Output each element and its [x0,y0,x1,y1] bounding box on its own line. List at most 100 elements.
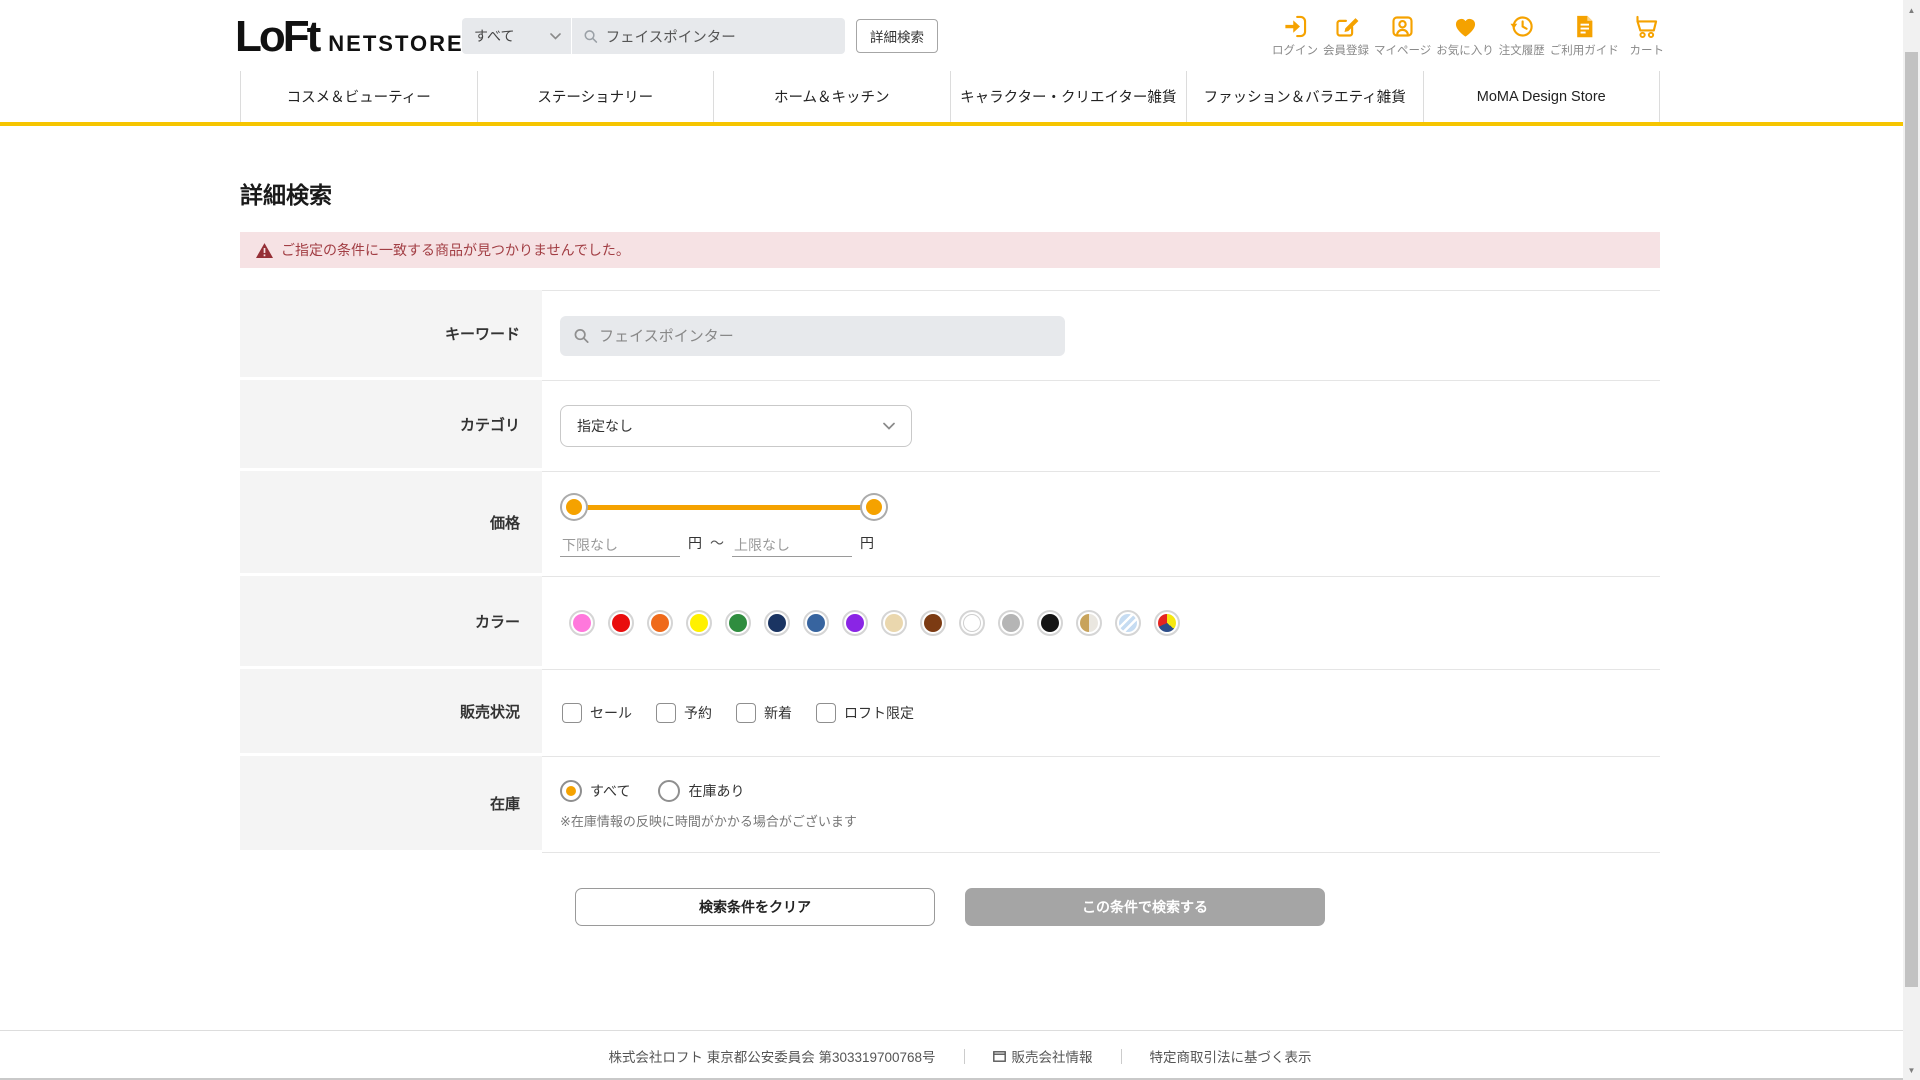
checkbox-item-new[interactable]: 新着 [736,703,792,723]
in-stock-radio [658,780,680,802]
stock-all-radio-label: すべて [590,781,630,801]
price-content: 円 ～ 円 [542,471,1660,576]
advanced-search-button[interactable]: 詳細検索 [856,19,938,53]
color-swatch-gray[interactable] [998,610,1024,636]
category-content: 指定なし [542,380,1660,471]
chevron-down-icon [883,422,895,430]
login-action[interactable]: ログイン [1272,13,1318,58]
scrollbar-thumb[interactable] [1905,52,1918,987]
search-icon [584,29,598,44]
header: LoFt NETSTORE すべて 詳細検索 ログイン 会員登録 マイページ お… [0,0,1920,71]
checkbox-item-loft-limited[interactable]: ロフト限定 [816,703,914,723]
footer-link-commerce-law[interactable]: 特定商取引法に基づく表示 [1150,1046,1312,1066]
color-swatch-pink[interactable] [569,610,595,636]
register-action[interactable]: 会員登録 [1323,13,1369,58]
footer-link-seller-info[interactable]: 販売会社情報 [993,1046,1093,1066]
keyword-row: キーワード [240,290,1660,380]
color-swatch-navy[interactable] [764,610,790,636]
keyword-field [560,316,1065,356]
color-label: カラー [240,576,542,666]
footer-link-commerce-law-label: 特定商取引法に基づく表示 [1150,1046,1312,1066]
footer: 株式会社ロフト 東京都公安委員会 第303319700768号 販売会社情報 特… [0,1030,1920,1066]
login-icon [1282,13,1309,40]
main-nav: コスメ＆ビューティー ステーショナリー ホーム＆キッチン キャラクター・クリエイ… [0,71,1920,126]
category-row: カテゴリ 指定なし [240,380,1660,471]
keyword-label: キーワード [240,290,542,377]
favorites-action[interactable]: お気に入り [1436,13,1494,58]
color-swatch-multicolor[interactable] [1154,610,1180,636]
mypage-action[interactable]: マイページ [1374,13,1431,58]
color-swatch-red[interactable] [608,610,634,636]
color-swatch-yellow[interactable] [686,610,712,636]
color-swatch-purple[interactable] [842,610,868,636]
color-swatch-gold-silver[interactable] [1076,610,1102,636]
nav-item-moma[interactable]: MoMA Design Store [1423,71,1661,122]
category-select[interactable]: 指定なし [560,405,912,447]
sale-checkbox [562,703,582,723]
mypage-icon [1389,13,1416,40]
nav-item-fashion-variety[interactable]: ファッション＆バラエティ雑貨 [1186,71,1423,122]
cart-action[interactable]: カート [1624,13,1670,58]
price-inputs: 円 ～ 円 [560,533,874,557]
order-history-label: 注文履歴 [1499,42,1545,58]
nav-item-home-kitchen[interactable]: ホーム＆キッチン [713,71,950,122]
search-with-conditions-button[interactable]: この条件で検索する [965,888,1325,926]
nav-item-stationery[interactable]: ステーショナリー [477,71,714,122]
order-history-icon [1508,13,1535,40]
price-row: 価格 円 ～ 円 [240,471,1660,576]
color-swatch-white[interactable] [959,610,985,636]
color-swatch-green[interactable] [725,610,751,636]
scrollbar-down-arrow[interactable]: ▼ [1903,1062,1920,1078]
color-swatch-clear[interactable] [1115,610,1141,636]
clear-conditions-button[interactable]: 検索条件をクリア [575,888,935,926]
favorites-label: お気に入り [1436,42,1494,58]
stock-note: ※在庫情報の反映に時間がかかる場合がございます [560,811,857,830]
order-history-action[interactable]: 注文履歴 [1499,13,1545,58]
keyword-input[interactable] [599,327,1051,344]
color-swatch-brown[interactable] [920,610,946,636]
price-slider-handle-max[interactable] [862,495,886,519]
nav-item-character-goods[interactable]: キャラクター・クリエイター雑貨 [950,71,1187,122]
price-slider-track[interactable] [574,505,874,510]
price-label: 価格 [240,471,542,573]
scrollbar-up-arrow[interactable]: ▲ [1903,2,1920,18]
price-max-unit: 円 [860,533,874,557]
loft-logo[interactable]: LoFt NETSTORE [235,12,464,62]
loft-limited-checkbox [816,703,836,723]
vertical-scrollbar[interactable]: ▲ ▼ [1903,0,1920,1080]
footer-divider [1121,1049,1122,1064]
color-swatch-orange[interactable] [647,610,673,636]
footer-link-seller-info-label: 販売会社情報 [1012,1046,1093,1066]
cart-label: カート [1630,42,1665,58]
guide-label: ご利用ガイド [1550,42,1619,58]
category-label: カテゴリ [240,380,542,468]
preorder-checkbox [656,703,676,723]
checkbox-item-preorder[interactable]: 予約 [656,703,712,723]
header-search-input[interactable] [606,28,833,44]
color-content [542,576,1660,669]
keyword-content [542,290,1660,380]
price-max-input[interactable] [732,534,852,557]
guide-action[interactable]: ご利用ガイド [1550,13,1619,58]
search-icon [574,328,589,344]
color-swatch-blue[interactable] [803,610,829,636]
price-min-input[interactable] [560,534,680,557]
warning-icon [256,243,273,258]
checkbox-item-sale[interactable]: セール [562,703,632,723]
radio-item-in-stock[interactable]: 在庫あり [658,780,744,802]
search-category-select[interactable]: すべて [462,18,572,54]
radio-item-all[interactable]: すべて [560,780,630,802]
price-slider[interactable] [574,493,874,521]
alert-message: ご指定の条件に一致する商品が見つかりませんでした。 [281,240,630,260]
logo-secondary-text: NETSTORE [328,31,463,57]
advanced-search-form: キーワード カテゴリ 指定なし 価格 [240,290,1660,853]
price-box: 円 ～ 円 [560,491,874,557]
nav-item-cosmetics[interactable]: コスメ＆ビューティー [240,71,477,122]
price-slider-handle-min[interactable] [562,495,586,519]
sale-status-content: セール 予約 新着 ロフト限定 [542,669,1660,756]
form-actions: 検索条件をクリア この条件で検索する [240,888,1660,926]
color-swatch-black[interactable] [1037,610,1063,636]
sale-checkbox-label: セール [590,703,632,723]
color-swatch-beige[interactable] [881,610,907,636]
stock-options: すべて 在庫あり [560,780,857,802]
